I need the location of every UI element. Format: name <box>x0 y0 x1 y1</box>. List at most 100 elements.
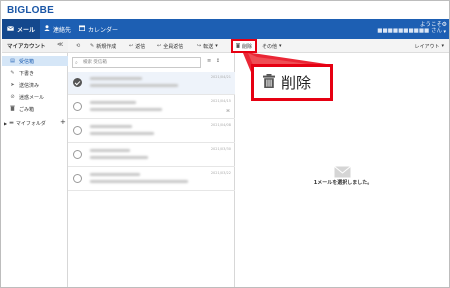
subject-redacted <box>90 132 154 135</box>
layout-button[interactable]: レイアウト ▾ <box>414 39 444 53</box>
compose-icon: ✎ <box>90 43 95 49</box>
sidebar-item-spam[interactable]: ⊘ 迷惑メール <box>2 92 68 102</box>
sort-icon[interactable]: ↕ <box>216 58 220 64</box>
select-checkbox[interactable] <box>73 78 82 87</box>
nav-calendar[interactable]: カレンダー <box>78 19 119 39</box>
forward-icon: ↪ <box>197 43 202 49</box>
my-folders-label: マイフォルダ <box>15 120 46 127</box>
mail-icon <box>7 25 14 33</box>
draft-icon: ✎ <box>10 70 15 76</box>
row-date: 2021/04/21 <box>210 75 231 79</box>
select-checkbox[interactable] <box>73 102 82 111</box>
search-icon: ⌕ <box>75 60 78 66</box>
sidebar-item-sent[interactable]: ➤ 送信済み <box>2 80 68 90</box>
list-item[interactable]: 2021/03/22 <box>68 168 235 191</box>
row-date: 2021/04/15 <box>210 99 231 103</box>
list-view-icon[interactable]: ≡ <box>207 58 211 64</box>
delete-button[interactable]: 削除 <box>231 39 258 53</box>
refresh-icon: ⟲ <box>76 43 81 49</box>
nav-calendar-label: カレンダー <box>88 26 119 34</box>
reply-all-button[interactable]: ↩ 全員返信 <box>157 39 183 53</box>
folder-icon: ▬ <box>9 120 14 126</box>
subject-redacted <box>90 180 188 183</box>
sender-redacted <box>90 77 142 80</box>
sidebar-my-folders[interactable]: ▶ ▬ マイフォルダ + <box>2 118 68 128</box>
reply-all-icon: ↩ <box>157 43 162 49</box>
welcome-user: ■■■■■■■■■■ さん <box>377 28 442 34</box>
subject-redacted <box>90 156 148 159</box>
toolbar: ⟲ ✎ 新規作成 ↩ 返信 ↩ 全員返信 ↪ 転送 ▾ 削除 その他 ▾ レイア… <box>68 39 449 53</box>
subject-redacted <box>90 84 178 87</box>
empty-selection-message: 1メールを選択しました。 <box>313 180 373 186</box>
delete-callout: 削除 <box>251 64 333 101</box>
layout-label: レイアウト <box>414 43 440 50</box>
more-button[interactable]: その他 ▾ <box>262 39 282 53</box>
sidebar-item-trash[interactable]: ごみ箱 <box>2 104 68 114</box>
row-date: 2021/04/08 <box>210 123 231 127</box>
nav-mail[interactable]: メール <box>2 19 40 39</box>
compose-button[interactable]: ✎ 新規作成 <box>90 39 116 53</box>
more-label: その他 <box>262 43 278 50</box>
nav-contacts-label: 連絡先 <box>53 26 72 34</box>
sender-redacted <box>90 149 130 152</box>
select-checkbox[interactable] <box>73 126 82 135</box>
reply-label: 返信 <box>135 43 146 50</box>
calendar-icon <box>78 25 86 33</box>
envelope-icon <box>334 163 351 178</box>
refresh-button[interactable]: ⟲ <box>76 39 82 53</box>
select-checkbox[interactable] <box>73 150 82 159</box>
compose-label: 新規作成 <box>96 43 117 50</box>
sidebar: マイアカウント ≪ ▤ 受信箱 ✎ 下書き ➤ 送信済み ⊘ 迷惑メール ごみ箱… <box>2 39 68 287</box>
chevron-down-icon: ▾ <box>441 43 444 49</box>
list-item[interactable]: 2021/03/30 <box>68 144 235 167</box>
list-view-controls[interactable]: ≡ ↕ <box>207 58 220 64</box>
spam-icon: ⊘ <box>10 94 15 100</box>
add-folder-button[interactable]: + <box>60 118 66 126</box>
welcome-text[interactable]: ようこそ ■■■■■■■■■■ さん <box>377 22 442 34</box>
subject-redacted <box>90 108 162 111</box>
sidebar-item-inbox[interactable]: ▤ 受信箱 <box>2 56 68 66</box>
row-date: 2021/03/30 <box>210 147 231 151</box>
chevron-down-icon: ▾ <box>215 43 218 49</box>
trash-icon <box>263 73 275 92</box>
nav-mail-label: メール <box>17 26 36 34</box>
list-item[interactable]: 2021/04/08 <box>68 120 235 143</box>
forward-label: 転送 <box>203 43 214 50</box>
sidebar-item-drafts[interactable]: ✎ 下書き <box>2 68 68 78</box>
main-nav: メール 連絡先 カレンダー ようこそ ■■■■■■■■■■ さん ⚙ ▾ <box>2 19 449 39</box>
sidebar-item-label: 下書き <box>19 70 35 77</box>
gear-icon[interactable]: ⚙ <box>442 21 447 28</box>
sidebar-item-label: 送信済み <box>19 82 40 89</box>
sender-redacted <box>90 101 136 104</box>
reply-button[interactable]: ↩ 返信 <box>129 39 145 53</box>
sidebar-item-label: 迷惑メール <box>19 94 45 101</box>
collapse-sidebar-button[interactable]: ≪ <box>57 41 63 48</box>
chevron-down-icon[interactable]: ▾ <box>443 29 446 35</box>
reply-icon: ↩ <box>129 43 134 49</box>
sidebar-item-label: 受信箱 <box>19 58 35 65</box>
trash-icon <box>236 42 240 50</box>
inbox-icon: ▤ <box>10 58 15 64</box>
search-placeholder: 検索 受信箱 <box>83 60 107 65</box>
list-item[interactable]: 2021/04/15 ⌘ <box>68 96 235 119</box>
delete-label: 削除 <box>242 43 253 50</box>
sidebar-item-label: ごみ箱 <box>19 106 35 113</box>
app-window: BIGLOBE メール 連絡先 カレンダー ようこそ ■■■■■■■■■■ さん… <box>0 0 450 288</box>
chevron-down-icon: ▾ <box>279 43 282 49</box>
search-input[interactable]: ⌕ 検索 受信箱 <box>72 57 201 68</box>
callout-label: 削除 <box>281 75 312 92</box>
list-item[interactable]: 2021/04/21 <box>68 72 235 95</box>
sidebar-title: マイアカウント <box>7 44 46 50</box>
select-checkbox[interactable] <box>73 174 82 183</box>
top-bar: BIGLOBE <box>2 2 449 19</box>
sender-redacted <box>90 173 140 176</box>
sender-redacted <box>90 125 132 128</box>
biglobe-logo[interactable]: BIGLOBE <box>7 5 54 16</box>
person-icon <box>44 25 50 33</box>
nav-contacts[interactable]: 連絡先 <box>44 19 71 39</box>
attachment-icon: ⌘ <box>226 108 230 113</box>
expand-triangle-icon[interactable]: ▶ <box>4 121 7 126</box>
forward-button[interactable]: ↪ 転送 ▾ <box>197 39 218 53</box>
row-date: 2021/03/22 <box>210 171 231 175</box>
message-list: ⌕ 検索 受信箱 ≡ ↕ 2021/04/21 2021/04/15 ⌘ 202… <box>68 53 235 287</box>
